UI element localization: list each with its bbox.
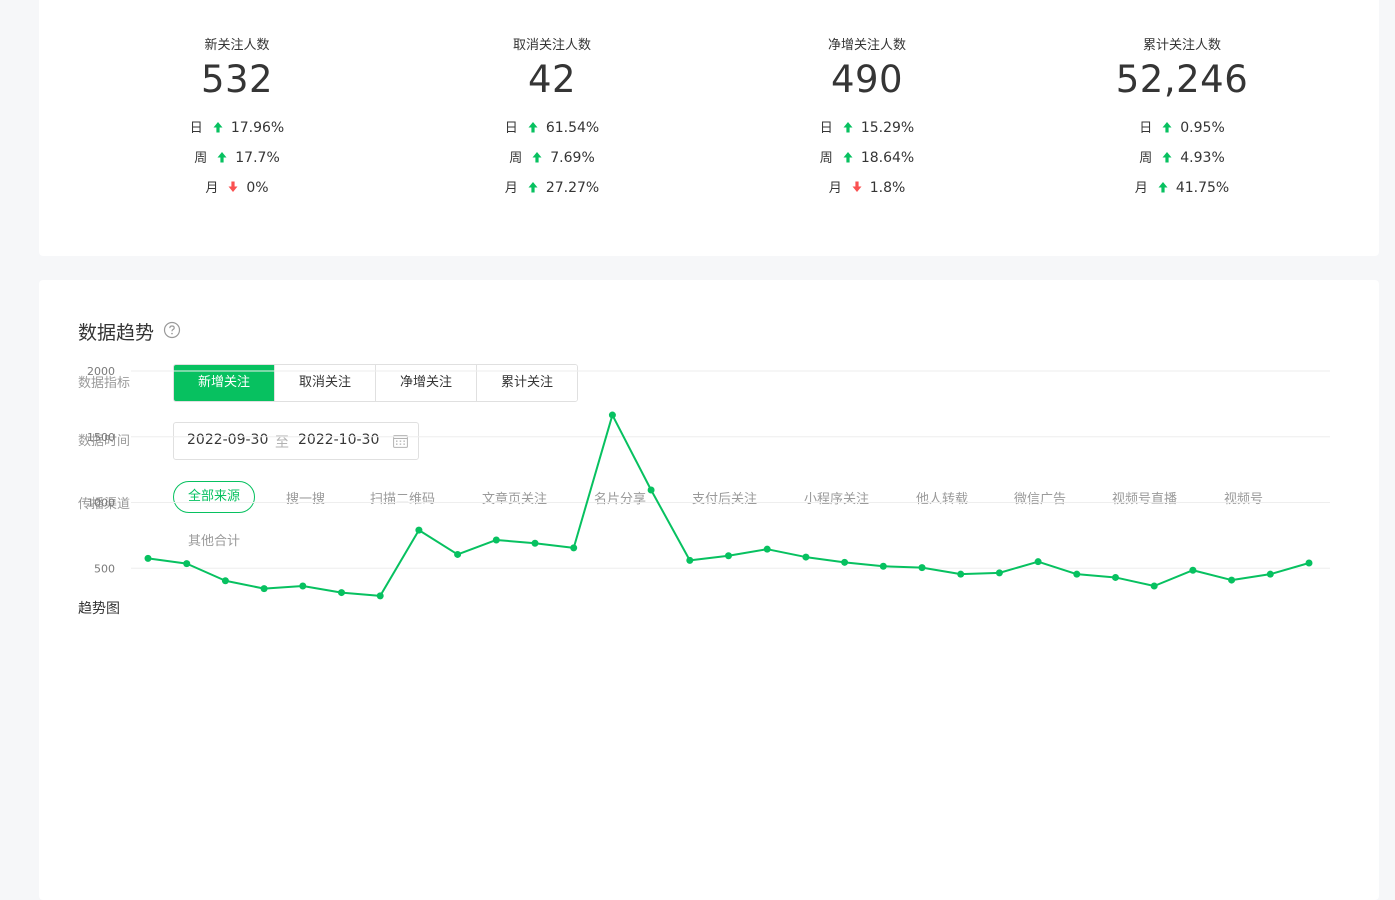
arrow-up-icon (530, 150, 544, 164)
data-point[interactable] (1189, 566, 1197, 574)
change-row: 月 27.27% (402, 177, 702, 196)
change-row: 周 17.7% (87, 147, 387, 166)
data-point[interactable] (570, 544, 578, 552)
change-period: 周 (194, 151, 208, 166)
change-period: 日 (504, 121, 518, 136)
data-point[interactable] (221, 577, 229, 585)
data-point[interactable] (1305, 559, 1313, 567)
change-row: 日 61.54% (402, 117, 702, 136)
stat-value: 532 (200, 58, 274, 101)
data-point[interactable] (802, 553, 810, 561)
change-period: 月 (828, 181, 842, 196)
data-point[interactable] (1034, 558, 1042, 566)
change-period: 月 (504, 181, 518, 196)
data-point[interactable] (144, 554, 152, 562)
arrow-up-icon (1160, 120, 1174, 134)
change-row: 日 15.29% (717, 117, 1017, 136)
stat-label: 净增关注人数 (827, 38, 906, 53)
overview-card: 新关注人数 532 日 17.96% 周 17.7% 月 0% 取消关注人数 42 日 61… (39, 0, 1379, 256)
data-point[interactable] (608, 411, 616, 419)
change-pct: 61.54% (545, 120, 600, 136)
change-pct: 17.96% (230, 120, 285, 136)
y-tick-label: 1000 (87, 497, 115, 510)
data-point[interactable] (1266, 570, 1274, 578)
data-point[interactable] (299, 582, 307, 590)
data-point[interactable] (918, 564, 926, 572)
arrow-up-icon (841, 150, 855, 164)
change-pct: 27.27% (545, 180, 600, 196)
change-row: 周 4.93% (1032, 147, 1332, 166)
change-period: 周 (819, 151, 833, 166)
change-period: 日 (819, 121, 833, 136)
data-point[interactable] (1073, 570, 1081, 578)
change-row: 月 41.75% (1032, 177, 1332, 196)
arrow-up-icon (526, 120, 540, 134)
arrow-up-icon (215, 150, 229, 164)
data-point[interactable] (879, 562, 887, 570)
data-point[interactable] (260, 585, 268, 593)
stat-value: 490 (830, 58, 904, 101)
trend-card: 数据趋势 数据指标 新增关注 取消关注 净增关注 累计关注 数据时间 2022-09-… (39, 280, 1379, 900)
data-point[interactable] (183, 560, 191, 568)
arrow-up-icon (841, 120, 855, 134)
data-point[interactable] (841, 558, 849, 566)
arrow-up-icon (526, 180, 540, 194)
data-point[interactable] (686, 556, 694, 564)
data-point[interactable] (492, 536, 500, 544)
y-tick-label: 2000 (87, 365, 115, 378)
data-point[interactable] (415, 526, 423, 534)
arrow-up-icon (1156, 180, 1170, 194)
change-pct: 4.93% (1180, 150, 1225, 166)
change-row: 周 18.64% (717, 147, 1017, 166)
data-point[interactable] (1228, 576, 1236, 584)
change-row: 月 0% (87, 177, 387, 196)
stat-value: 42 (527, 58, 577, 101)
data-point[interactable] (647, 486, 655, 494)
data-point[interactable] (1112, 573, 1119, 581)
change-pct: 18.64% (860, 150, 915, 166)
data-point[interactable] (1150, 582, 1158, 590)
change-period: 日 (1139, 121, 1153, 136)
change-row: 月 1.8% (717, 177, 1017, 196)
data-point[interactable] (454, 550, 462, 558)
change-period: 月 (205, 181, 219, 196)
stat-label: 取消关注人数 (512, 38, 591, 53)
y-tick-label: 1500 (87, 431, 115, 444)
trend-chart: 500 1000 1500 2000 (87, 365, 1330, 600)
arrow-down-icon (850, 180, 864, 194)
change-pct: 7.69% (550, 150, 595, 166)
data-point[interactable] (957, 570, 965, 578)
data-point[interactable] (376, 592, 384, 600)
change-period: 日 (189, 121, 203, 136)
stat-label: 新关注人数 (204, 38, 270, 53)
data-point[interactable] (725, 552, 732, 560)
change-row: 周 7.69% (402, 147, 702, 166)
arrow-up-icon (1160, 150, 1174, 164)
data-point[interactable] (338, 589, 345, 597)
change-period: 周 (1139, 151, 1153, 166)
change-pct: 41.75% (1175, 180, 1230, 196)
stat-value: 52,246 (1115, 58, 1249, 101)
data-point[interactable] (763, 545, 771, 553)
change-pct: 17.7% (235, 150, 280, 166)
change-pct: 0.95% (1180, 120, 1225, 136)
y-tick-label: 500 (94, 562, 115, 575)
change-period: 月 (1134, 181, 1148, 196)
change-pct: 1.8% (869, 180, 906, 196)
data-point[interactable] (995, 569, 1003, 577)
arrow-down-icon (226, 180, 240, 194)
change-pct: 15.29% (860, 120, 915, 136)
change-row: 日 17.96% (87, 117, 387, 136)
change-period: 周 (509, 151, 523, 166)
change-row: 日 0.95% (1032, 117, 1332, 136)
arrow-up-icon (211, 120, 225, 134)
change-pct: 0% (246, 180, 269, 196)
data-point[interactable] (531, 539, 539, 547)
stat-label: 累计关注人数 (1142, 38, 1221, 53)
